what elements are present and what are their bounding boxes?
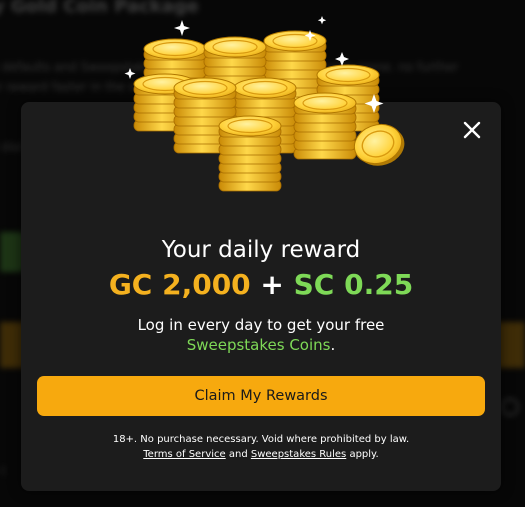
gold-coins-illustration — [124, 16, 405, 192]
close-button[interactable] — [461, 119, 483, 141]
terms-of-service-link[interactable]: Terms of Service — [143, 449, 225, 460]
background-text-3: d dial — [0, 140, 24, 154]
reward-amount: GC 2,000 + SC 0.25 — [21, 268, 501, 301]
legal-and: and — [228, 449, 248, 460]
legal-text: 18+. No purchase necessary. Void where p… — [112, 434, 410, 445]
coin-stack — [218, 115, 282, 192]
description-text: Log in every day to get your free — [137, 316, 385, 334]
close-icon — [463, 121, 481, 139]
description-period: . — [330, 336, 336, 354]
sweepstakes-rules-link[interactable]: Sweepstakes Rules — [251, 449, 346, 460]
reward-description: Log in every day to get your free Sweeps… — [21, 315, 501, 355]
background-text-4: e t — [0, 464, 6, 478]
plus-sign: + — [260, 268, 284, 301]
claim-rewards-button[interactable]: Claim My Rewards — [37, 376, 485, 416]
background-info-icon — [501, 398, 519, 416]
sweepstakes-coins-amount: SC 0.25 — [293, 268, 414, 301]
coin-stack — [293, 92, 357, 160]
legal-apply: apply. — [349, 449, 379, 460]
gold-coins-amount: GC 2,000 — [108, 268, 251, 301]
sweepstakes-coins-highlight: Sweepstakes Coins — [186, 336, 331, 354]
legal-disclaimer: 18+. No purchase necessary. Void where p… — [21, 432, 501, 462]
reward-title: Your daily reward — [161, 237, 361, 263]
